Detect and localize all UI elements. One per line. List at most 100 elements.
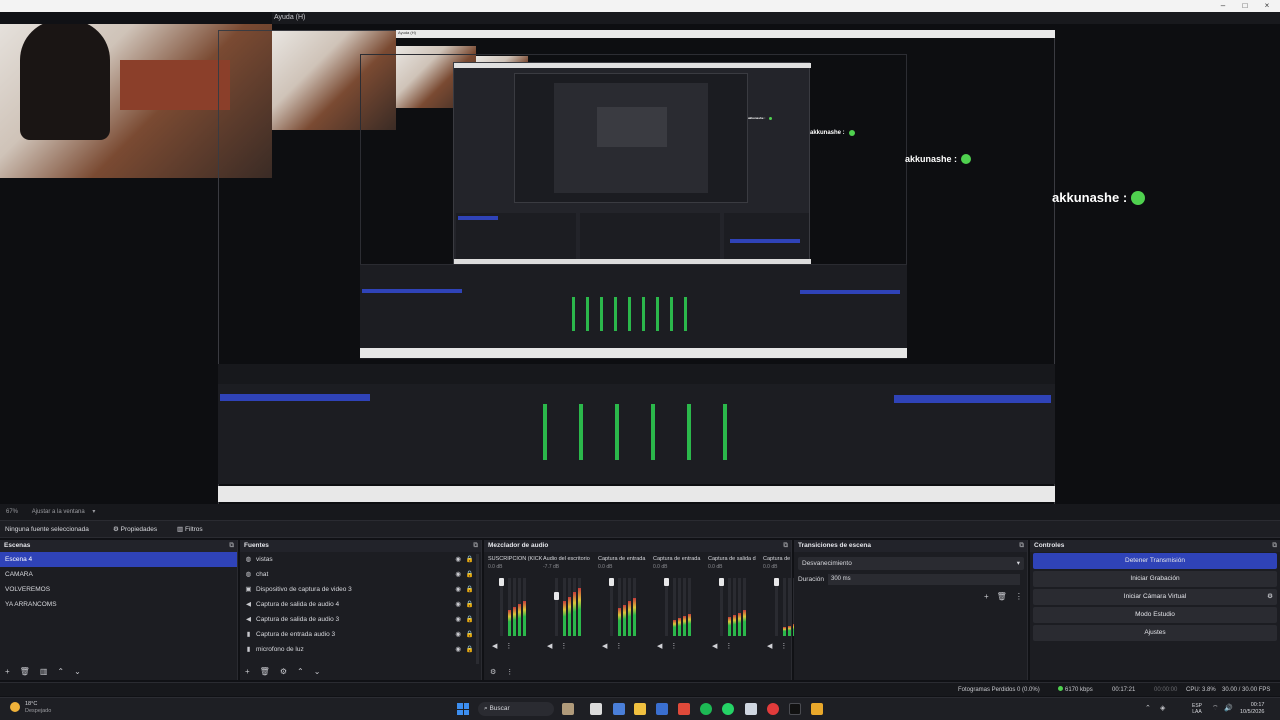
weather-icon[interactable] [10,702,20,712]
preview-canvas[interactable]: Ayuda (H) akkunashe : akkunashe : akkuna… [0,24,1280,504]
move-down-icon[interactable]: ⌄ [74,667,81,676]
scene-item[interactable]: Escena 4 [0,552,237,567]
gear-icon[interactable]: ⚙ [280,667,287,676]
start-recording-button[interactable]: Iniciar Grabación [1033,571,1277,587]
minimize-button[interactable]: – [1212,0,1234,12]
kebab-menu-icon[interactable]: ⋮ [670,642,677,650]
source-item[interactable]: ◀ Captura de salida de audio 3 ◉ 🔒 [240,612,481,627]
eye-icon[interactable]: ◉ [455,642,461,657]
app-icon-1[interactable] [613,703,625,715]
volume-knob[interactable] [774,578,779,586]
add-icon[interactable]: + [984,592,989,601]
volume-slider[interactable] [775,578,778,636]
add-icon[interactable]: + [245,667,250,676]
properties-button[interactable]: ⚙ Propiedades [113,521,157,538]
dock-float-icon[interactable]: ⧉ [1019,540,1024,552]
tray-app-icon[interactable]: ◈ [1160,704,1165,712]
eye-icon[interactable]: ◉ [455,597,461,612]
speaker-icon[interactable]: ◀ [602,642,607,650]
menu-help[interactable]: Ayuda (H) [274,14,305,21]
lock-icon[interactable]: 🔒 [466,597,474,612]
dock-float-icon[interactable]: ⧉ [1272,540,1277,552]
transition-select[interactable]: Desvanecimiento ▾ [798,557,1024,570]
weather-widget[interactable]: 18°C Despejado [25,701,51,715]
volume-knob[interactable] [554,592,559,600]
brave-icon[interactable] [678,703,690,715]
sources-scrollbar[interactable] [476,554,479,664]
scene-item[interactable]: VOLVEREMOS [0,582,237,597]
speaker-icon[interactable]: ◀ [657,642,662,650]
whatsapp-icon[interactable] [722,703,734,715]
taskbar-widget-icon[interactable] [562,703,574,715]
lock-icon[interactable]: 🔒 [466,612,474,627]
move-up-icon[interactable]: ⌃ [57,667,64,676]
obs-icon[interactable] [789,703,801,715]
dock-float-icon[interactable]: ⧉ [473,540,478,552]
volume-slider[interactable] [555,578,558,636]
volume-knob[interactable] [719,578,724,586]
studio-mode-button[interactable]: Modo Estudio [1033,607,1277,623]
speaker-icon[interactable]: ◀ [712,642,717,650]
volume-icon[interactable]: 🔊 [1224,704,1233,712]
kebab-menu-icon[interactable]: ⋮ [615,642,622,650]
volume-slider[interactable] [500,578,503,636]
fit-dropdown-chevron-icon[interactable]: ▾ [92,509,95,515]
source-item[interactable]: ▮ microfono de luz ◉ 🔒 [240,642,481,657]
virtual-camera-button[interactable]: Iniciar Cámara Virtual ⚙ [1033,589,1277,605]
volume-knob[interactable] [499,578,504,586]
lock-icon[interactable]: 🔒 [466,552,474,567]
duration-input[interactable]: 300 ms [828,574,1020,585]
volume-slider[interactable] [610,578,613,636]
eye-icon[interactable]: ◉ [455,567,461,582]
gear-icon[interactable]: ⚙ [1267,589,1273,605]
move-up-icon[interactable]: ⌃ [297,667,304,676]
lock-icon[interactable]: 🔒 [466,582,474,597]
add-icon[interactable]: + [5,667,10,676]
task-view-icon[interactable] [590,703,602,715]
trash-icon[interactable]: 🗑 [997,592,1007,601]
settings-button[interactable]: Ajustes [1033,625,1277,641]
tray-chevron-icon[interactable]: ⌃ [1145,704,1151,712]
volume-knob[interactable] [609,578,614,586]
kebab-menu-icon[interactable]: ⋮ [560,642,567,650]
scene-item[interactable]: CAMARA [0,567,237,582]
kebab-menu-icon[interactable]: ⋮ [780,642,787,650]
source-item[interactable]: ◀ Captura de salida de audio 4 ◉ 🔒 [240,597,481,612]
volume-knob[interactable] [664,578,669,586]
trash-icon[interactable]: 🗑 [260,667,270,676]
kebab-menu-icon[interactable]: ⋮ [725,642,732,650]
eye-icon[interactable]: ◉ [455,612,461,627]
clock[interactable]: 00:17 10/5/2026 [1240,702,1264,716]
mixer-settings-icon[interactable]: ⚙ [490,669,496,676]
chrome-icon[interactable] [767,703,779,715]
source-item[interactable]: ▮ Captura de entrada audio 3 ◉ 🔒 [240,627,481,642]
zoom-level[interactable]: 67% [6,509,18,515]
filter-icon[interactable]: ▥ [40,667,48,676]
lock-icon[interactable]: 🔒 [466,642,474,657]
dock-float-icon[interactable]: ⧉ [783,540,788,552]
lock-icon[interactable]: 🔒 [466,567,474,582]
steam-icon[interactable] [745,703,757,715]
kebab-menu-icon[interactable]: ⋮ [1015,592,1023,601]
eye-icon[interactable]: ◉ [455,627,461,642]
source-item[interactable]: ▣ Dispositivo de captura de video 3 ◉ 🔒 [240,582,481,597]
source-item[interactable]: ◍ vistas ◉ 🔒 [240,552,481,567]
volume-slider[interactable] [720,578,723,636]
kebab-menu-icon[interactable]: ⋮ [506,669,513,676]
stop-stream-button[interactable]: Detener Transmisión [1033,553,1277,569]
taskbar-search[interactable]: ⌕ Buscar [478,702,554,716]
dock-float-icon[interactable]: ⧉ [229,540,234,552]
windows-start-icon[interactable] [457,703,469,715]
file-explorer-icon[interactable] [634,703,646,715]
trash-icon[interactable]: 🗑 [20,667,30,676]
spotify-icon[interactable] [700,703,712,715]
app-icon-3[interactable] [811,703,823,715]
eye-icon[interactable]: ◉ [455,552,461,567]
speaker-icon[interactable]: ◀ [767,642,772,650]
kebab-menu-icon[interactable]: ⋮ [505,642,512,650]
language-indicator[interactable]: ESP LAA [1192,703,1202,715]
wifi-icon[interactable]: ⌔ [1212,704,1219,713]
scene-item[interactable]: YA ARRANCOMS [0,597,237,612]
speaker-icon[interactable]: ◀ [492,642,497,650]
filters-button[interactable]: ▥ Filtros [177,521,203,538]
